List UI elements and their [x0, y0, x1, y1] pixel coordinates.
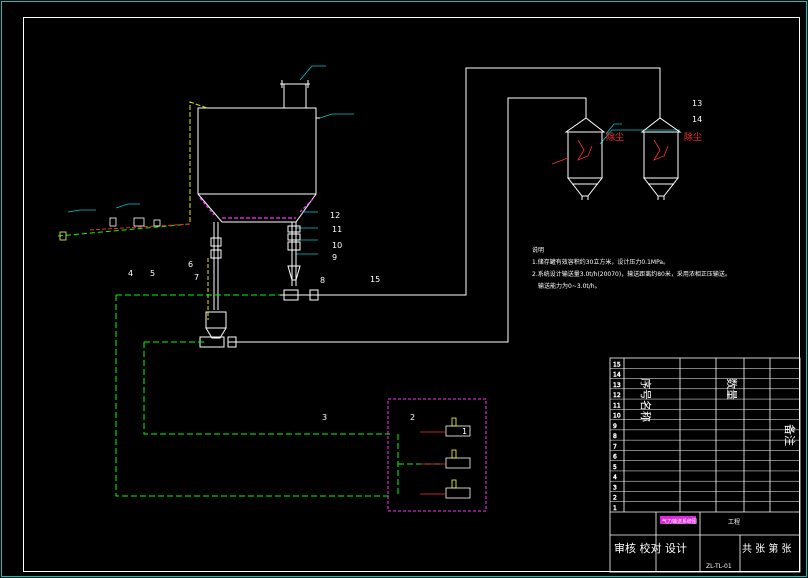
storage-silo: [197, 80, 320, 223]
parts-row-number: 2: [613, 495, 617, 502]
parts-row-number: 1: [613, 505, 617, 512]
filter-red-marks: [551, 139, 669, 165]
leader-lines: [294, 65, 680, 255]
parts-list-rows: 15 14 13 12 11 10 9 8 7 6 5 4 3 2 1: [610, 361, 800, 512]
parts-row-number: 4: [613, 474, 617, 481]
tb-vertical-mid: 数量: [725, 378, 738, 400]
callout-1: 1: [462, 427, 467, 436]
notes-line-3: 输送能力为0~3.0t/h。: [538, 282, 601, 290]
callout-13: 13: [692, 99, 702, 108]
parts-row-number: 5: [613, 464, 617, 471]
parts-row-number: 15: [613, 361, 621, 368]
callout-8: 8: [320, 276, 325, 285]
notes-line-2: 2.系统设计输送量3.0t/h(20070)，输送距离约80米，采用浓相正压输送…: [532, 270, 731, 278]
silo-outlets: [205, 222, 301, 339]
parts-row-number: 9: [613, 423, 617, 430]
parts-row-number: 14: [613, 372, 621, 379]
parts-row-number: 12: [613, 392, 621, 399]
tb-stamp: 气力输送系统图: [662, 518, 697, 525]
parts-row-number: 6: [613, 454, 617, 461]
tb-footer-left: 审核 校对 设计: [614, 541, 687, 555]
tb-drawing-no: ZL-TL-01: [706, 563, 732, 570]
callout-4: 4: [128, 269, 133, 278]
tb-sheet: 共 张 第 张: [742, 542, 792, 555]
green-air-loop: [115, 294, 440, 497]
title-block: [609, 357, 801, 573]
callout-7: 7: [194, 273, 199, 282]
callout-11: 11: [332, 225, 342, 234]
parts-row-number: 7: [613, 443, 617, 450]
callout-2: 2: [410, 413, 415, 422]
parts-row-number: 8: [613, 433, 617, 440]
air-inlet: [57, 203, 191, 241]
tb-vertical-right: 备注: [783, 424, 797, 446]
callout-6: 6: [188, 260, 193, 269]
tb-vertical-left: 序号名称: [639, 378, 653, 422]
tb-stage: 工程: [728, 518, 740, 526]
fluidizing-pads: [199, 197, 315, 219]
outer-frame: [1, 1, 807, 577]
parts-row-number: 11: [613, 402, 621, 409]
notes-heading: 说明: [532, 246, 544, 254]
callout-10: 10: [332, 241, 342, 250]
receiving-bin-left: [564, 117, 606, 200]
callout-15: 15: [370, 275, 380, 284]
callout-5: 5: [150, 269, 155, 278]
callout-9: 9: [332, 253, 337, 262]
notes-line-1: 1.储存罐有效容积约30立方米，设计压力0.1MPa。: [532, 258, 669, 266]
process-diagram: 除尘 除尘 1 2 3 4 5 6 7 8 9 10 11 12 13 14 1…: [1, 1, 807, 577]
callout-14: 14: [692, 115, 702, 124]
right-filter-label: 除尘: [684, 131, 702, 143]
conveying-pipe: [199, 67, 661, 348]
callout-12: 12: [330, 211, 340, 220]
parts-row-number: 10: [613, 413, 621, 420]
callout-3: 3: [322, 413, 327, 422]
parts-row-number: 3: [613, 484, 617, 491]
parts-row-number: 13: [613, 382, 621, 389]
left-filter-label: 除尘: [606, 131, 624, 143]
